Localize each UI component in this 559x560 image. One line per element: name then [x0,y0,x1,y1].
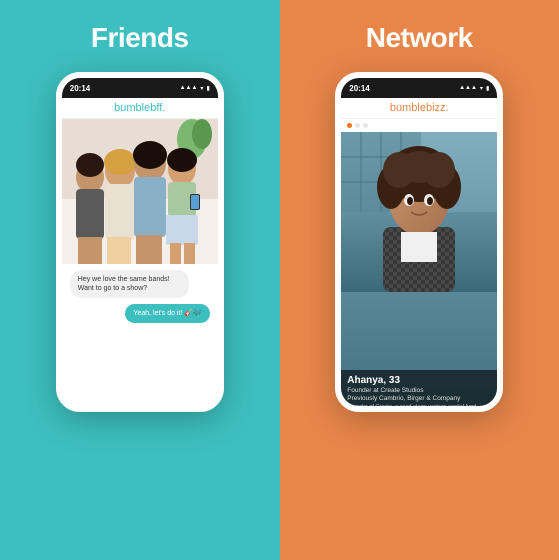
bizz-logo-text: bumble [390,102,426,114]
profile-desc: Founder of Create, a seed-stage venture … [347,404,491,406]
battery-icon: ▮ [206,85,209,92]
profile-subtitle: Previously Cambrio, Birger & Company [347,395,491,402]
friends-phone: 20:14 ▲▲▲ ▾ ▮ bumblebff. [56,72,224,412]
signal-icon-right: ▲▲▲ [459,85,477,91]
bizz-profile-area: Ahanya, 33 Founder at Create Studios Pre… [341,132,497,406]
profile-title: Founder at Create Studios [347,387,491,394]
bizz-dots-row [341,119,497,132]
bff-header: bumblebff. [62,98,218,119]
phone-statusbar-left: 20:14 ▲▲▲ ▾ ▮ [62,78,218,98]
profile-illustration [341,132,497,292]
women-group-illustration [62,119,218,264]
bff-mode-text: bff. [150,102,165,114]
phone-icons-left: ▲▲▲ ▾ ▮ [180,85,210,92]
bizz-mode-text: bizz. [426,102,449,114]
phone-time-right: 20:14 [349,84,369,93]
network-title: Network [366,22,473,54]
network-phone: 20:14 ▲▲▲ ▾ ▮ bumblebizz. [335,72,503,412]
wifi-icon-right: ▾ [480,85,483,92]
phone-time-left: 20:14 [70,84,90,93]
bizz-header: bumblebizz. [341,98,497,119]
network-panel: Network 20:14 ▲▲▲ ▾ ▮ bumblebizz. [280,0,559,560]
bizz-app-body: bumblebizz. [341,98,497,406]
friends-title: Friends [91,22,189,54]
bff-logo-text: bumble [114,102,150,114]
wifi-icon: ▾ [200,85,203,92]
bff-app-body: bumblebff. [62,98,218,406]
bizz-info-overlay: Ahanya, 33 Founder at Create Studios Pre… [341,370,497,406]
dot-2 [355,123,360,128]
phone-statusbar-right: 20:14 ▲▲▲ ▾ ▮ [341,78,497,98]
signal-icon: ▲▲▲ [180,85,198,91]
phone-icons-right: ▲▲▲ ▾ ▮ [459,85,489,92]
bff-logo: bumblebff. [68,102,212,114]
dot-3 [363,123,368,128]
friends-panel: Friends 20:14 ▲▲▲ ▾ ▮ bumblebff. [0,0,280,560]
chat-sent: Yeah, let's do it! 🎸🎶 [125,304,209,323]
bff-group-photo [62,119,218,264]
bizz-logo: bumblebizz. [347,102,491,114]
bff-chat-area: Hey we love the same bands! Want to go t… [62,264,218,329]
profile-name: Ahanya, 33 [347,375,491,386]
battery-icon-right: ▮ [486,85,489,92]
chat-received: Hey we love the same bands! Want to go t… [70,270,189,298]
women-svg [62,119,218,264]
dot-1 [347,123,352,128]
